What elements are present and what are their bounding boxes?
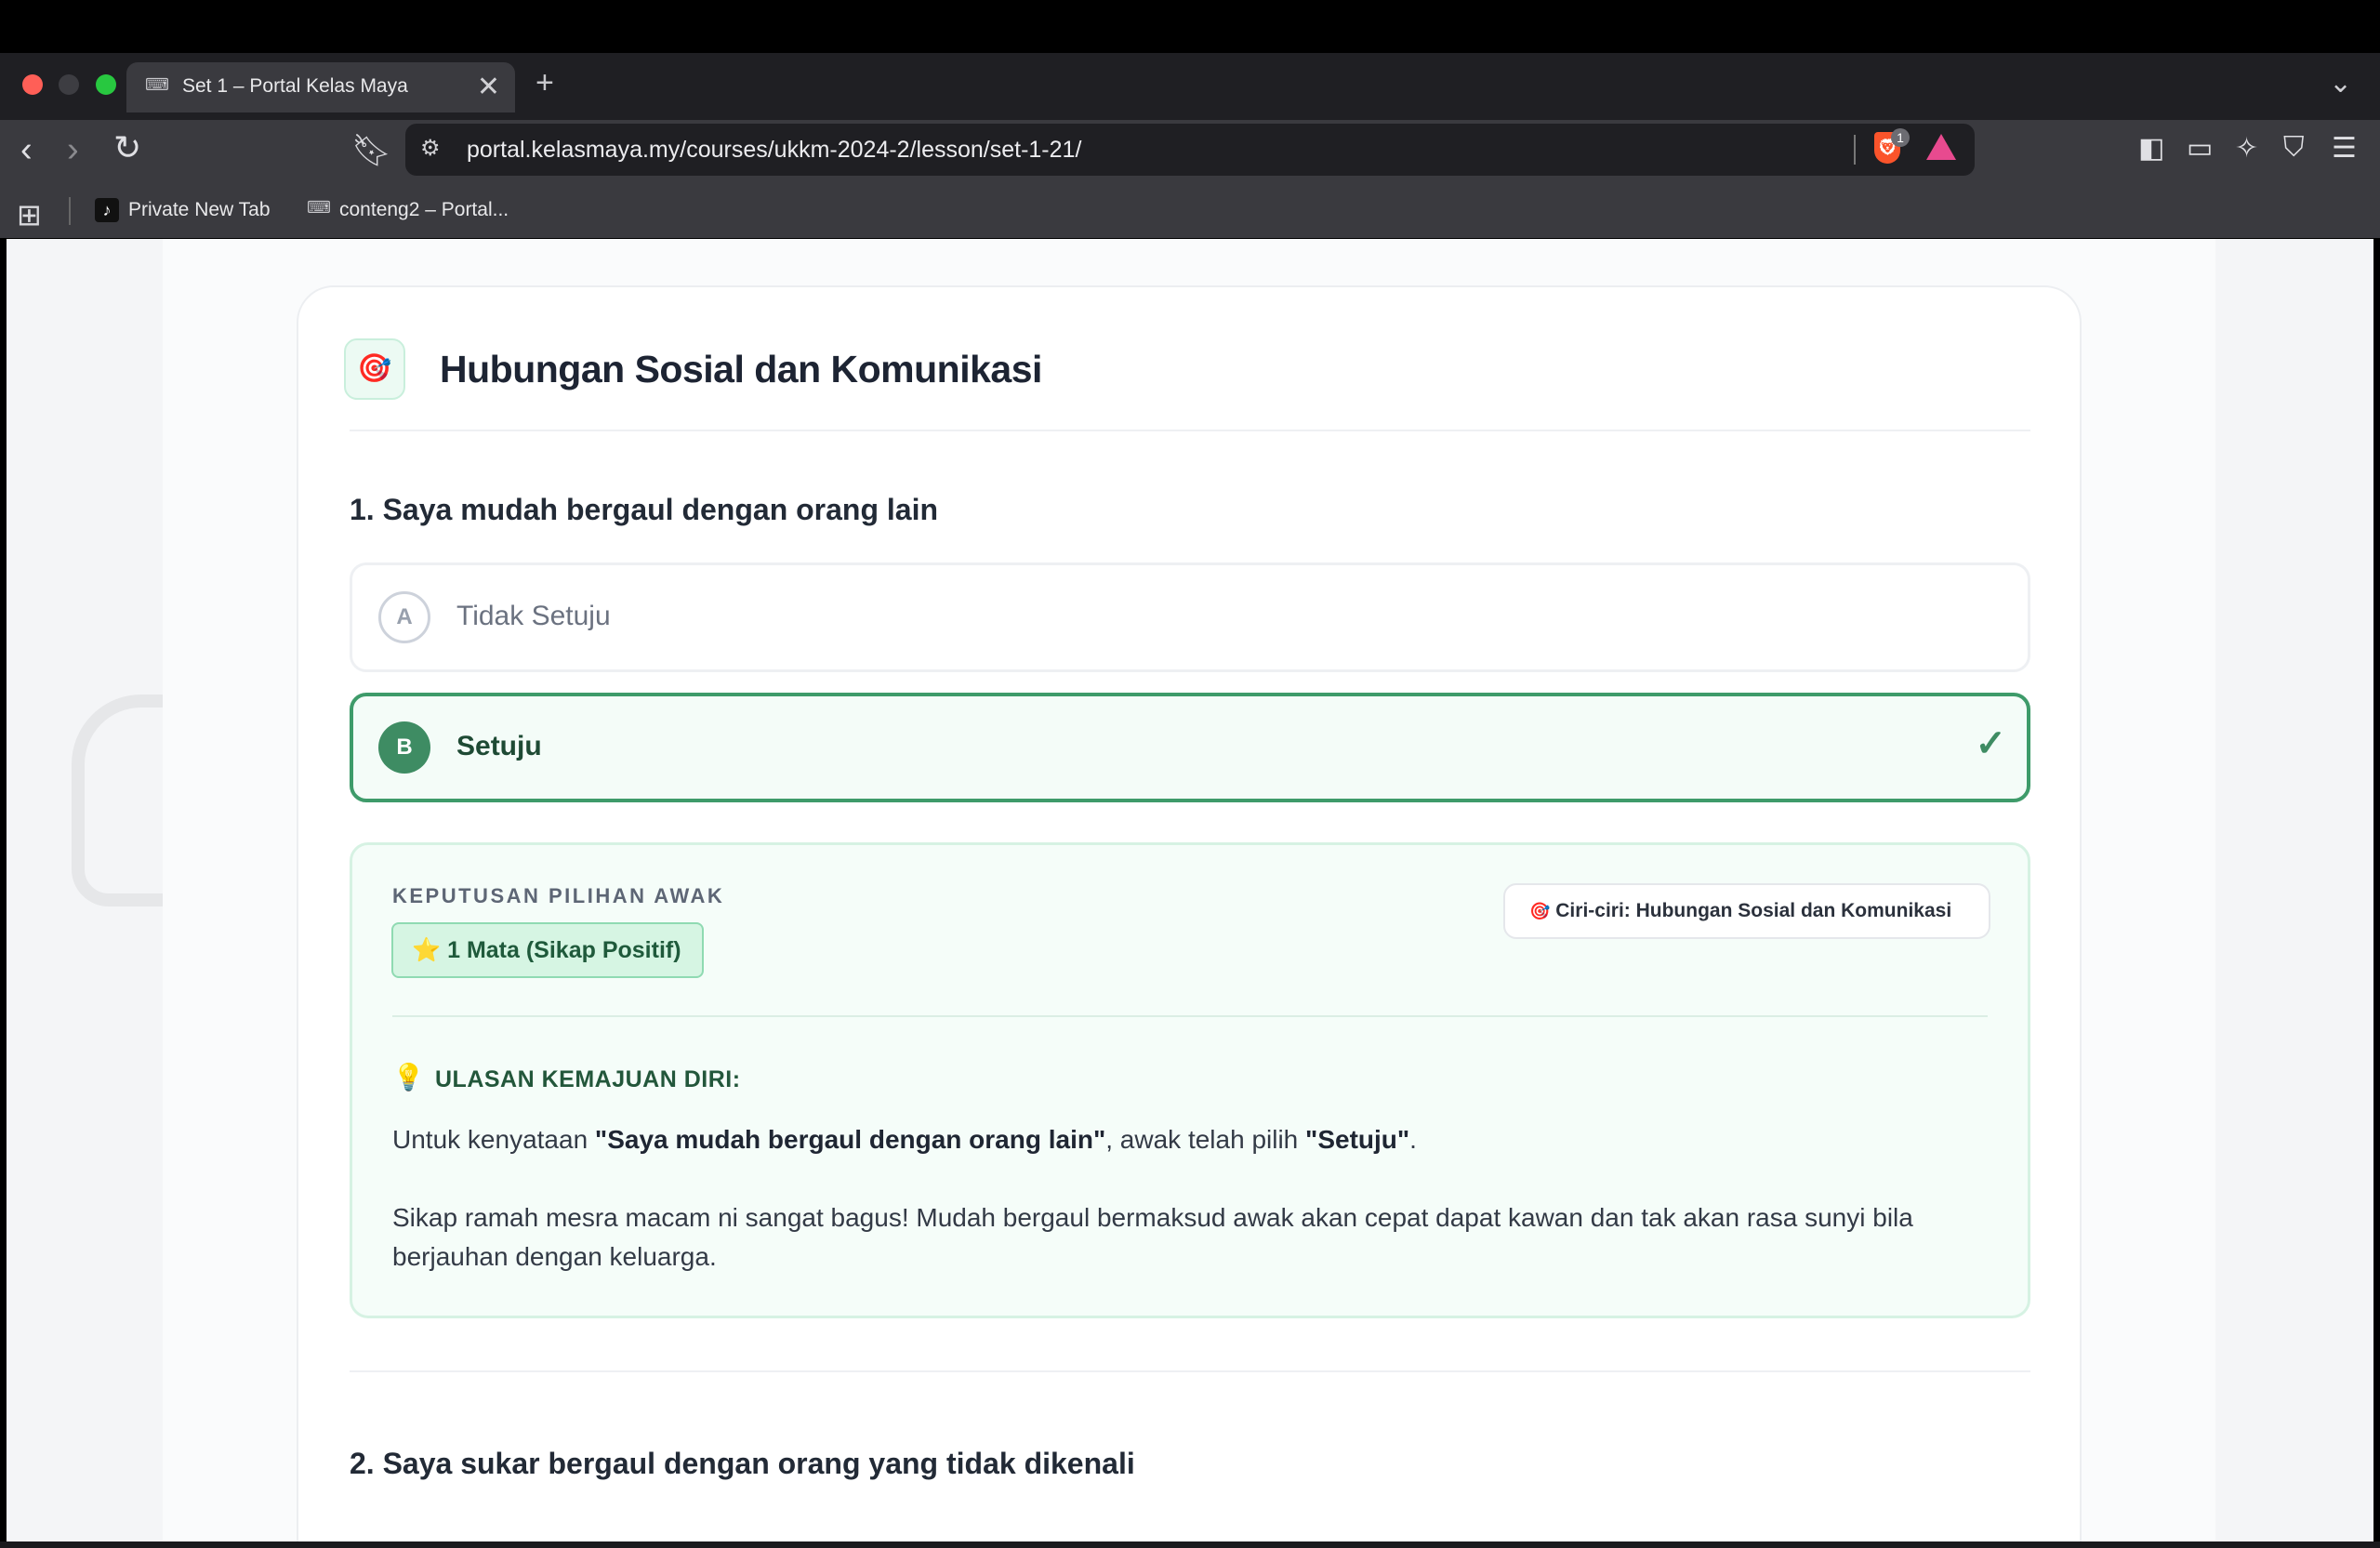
menu-icon[interactable]: ☰ [2332,132,2357,165]
trait-text: Ciri-ciri: Hubungan Sosial dan Komunikas… [1555,900,1952,921]
review-paragraph-2: Sikap ramah mesra macam ni sangat bagus!… [392,1203,1913,1271]
option-letter-a: A [378,591,430,643]
review-title: ULASAN KEMAJUAN DIRI: [435,1066,741,1092]
window-minimize-button[interactable] [59,74,79,95]
review-choice: "Setuju" [1305,1125,1410,1154]
option-label-a: Tidak Setuju [456,601,611,631]
window-maximize-button[interactable] [96,74,116,95]
option-letter-b: B [378,721,430,774]
wallet-icon[interactable]: ▭ [2187,132,2213,165]
option-b-selected[interactable]: B Setuju ✓ [350,693,2030,802]
target-icon: 🎯 [344,338,405,400]
review-middle: , awak telah pilih [1105,1125,1306,1154]
tab-active[interactable]: ⌨ Set 1 – Portal Kelas Maya ✕ [126,62,515,112]
title-divider [350,430,2030,431]
checkmark-icon: ✓ [1975,723,2006,764]
window-close-button[interactable] [22,74,43,95]
url-text[interactable]: portal.kelasmaya.my/courses/ukkm-2024-2/… [467,137,1081,164]
back-icon[interactable]: ‹ [20,130,33,170]
bookmark-item-conteng2[interactable]: conteng2 – Portal... [339,199,509,221]
url-divider [1854,135,1856,165]
option-label-b: Setuju [456,731,542,761]
tab-close-icon[interactable]: ✕ [477,71,500,103]
review-statement: "Saya mudah bergaul dengan orang lain" [594,1125,1106,1154]
site-settings-icon[interactable]: ⚙ [420,135,441,162]
section-title: Hubungan Sosial dan Komunikasi [440,348,1042,390]
question-2-text: 2. Saya sukar bergaul dengan orang yang … [350,1447,1135,1480]
feedback-divider [392,1015,1988,1017]
tiktok-icon: ♪ [95,198,119,222]
site-favicon-icon: ⌨ [145,75,169,94]
feedback-kicker: KEPUTUSAN PILIHAN AWAK [392,884,725,907]
trait-badge: 🎯 Ciri-ciri: Hubungan Sosial dan Komunik… [1503,883,1990,939]
new-tab-button[interactable]: + [536,65,554,101]
site-favicon-icon: ⌨ [307,198,331,217]
score-badge: ⭐ 1 Mata (Sikap Positif) [391,922,704,978]
shield-count-badge: 1 [1891,128,1910,147]
lightbulb-icon: 💡 [392,1063,425,1092]
leo-ai-icon[interactable]: ✧ [2235,132,2258,165]
rewards-icon[interactable] [1926,134,1956,160]
window-bottom-edge [0,1541,2380,1548]
apps-grid-icon[interactable]: ⊞ [17,197,42,232]
forward-icon[interactable]: › [67,130,79,170]
score-text: 1 Mata (Sikap Positif) [447,937,681,963]
star-icon: ⭐ [412,937,442,963]
question-1-text: 1. Saya mudah bergaul dengan orang lain [350,493,939,526]
bookmark-item-private-new-tab[interactable]: Private New Tab [128,199,271,221]
target-icon: 🎯 [1529,902,1551,920]
sidebar-icon[interactable]: ◧ [2138,132,2164,165]
address-bar[interactable]: ⚙ portal.kelasmaya.my/courses/ukkm-2024-… [405,124,1975,176]
option-a[interactable]: A Tidak Setuju [350,562,2030,672]
review-paragraph-1: Untuk kenyataan "Saya mudah bergaul deng… [392,1120,1973,1159]
tab-title: Set 1 – Portal Kelas Maya [182,75,408,97]
reload-icon[interactable]: ↻ [113,128,141,167]
review-suffix: . [1409,1125,1417,1154]
review-prefix: Untuk kenyataan [392,1125,595,1154]
bookmark-icon[interactable]: 🔖︎ [351,132,391,169]
bookmarks-divider [69,197,71,225]
chevron-down-icon[interactable]: ⌄ [2329,67,2352,99]
vpn-icon[interactable]: ⛉ [2283,132,2305,164]
question-divider [350,1370,2030,1372]
